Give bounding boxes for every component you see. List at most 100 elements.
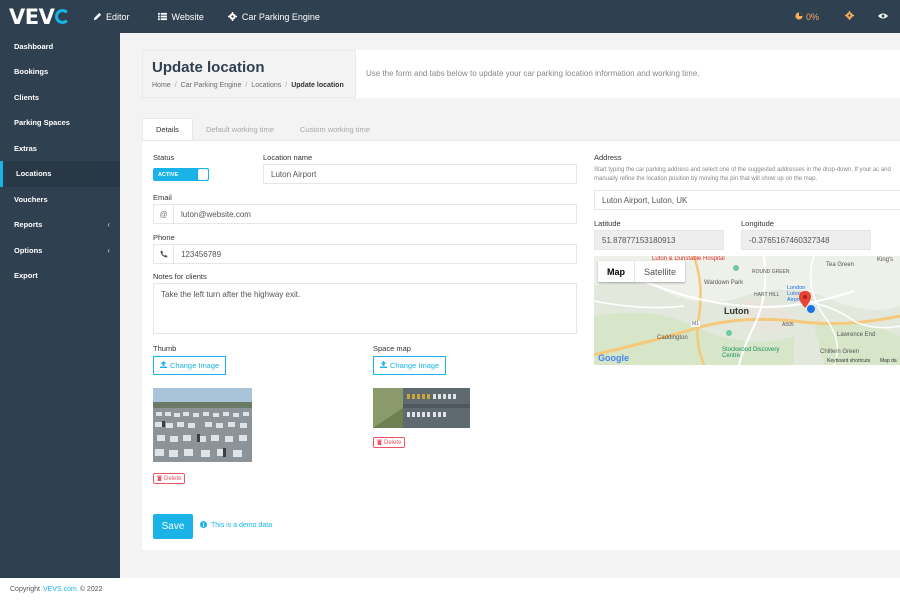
page-title: Update location <box>152 59 265 76</box>
save-button[interactable]: Save <box>153 514 193 539</box>
sidebar-item-locations[interactable]: Locations <box>0 161 120 187</box>
sidebar-item-bookings[interactable]: Bookings <box>0 59 120 85</box>
thumb-change-image-button[interactable]: Change Image <box>153 356 227 375</box>
space-map-change-image-button[interactable]: Change Image <box>373 356 447 375</box>
google-logo: Google <box>598 353 629 363</box>
map-label-hospital: Luton & Dunstable Hospital <box>652 256 725 262</box>
sidebar-item-extras[interactable]: Extras <box>0 136 120 162</box>
page-header-title-box: Update location Home / Car Parking Engin… <box>142 50 356 98</box>
logo-text: VEV <box>9 4 55 29</box>
pencil-icon <box>92 12 102 22</box>
sidebar-item-label: Bookings <box>14 67 49 77</box>
topnav-car-parking-engine[interactable]: Car Parking Engine <box>228 0 334 33</box>
map-pin-icon[interactable] <box>799 291 811 310</box>
upload-icon <box>160 361 167 370</box>
map-tab-satellite[interactable]: Satellite <box>634 261 685 282</box>
phone-icon <box>153 244 173 264</box>
latitude-input[interactable]: 51.87877153180913 <box>594 230 724 250</box>
breadcrumb: Home / Car Parking Engine / Locations / … <box>152 82 344 89</box>
breadcrumb-locations[interactable]: Locations <box>251 82 281 89</box>
longitude-label: Longitude <box>741 219 774 228</box>
map-label-kings: King's <box>877 257 894 263</box>
progress-value: 0% <box>805 11 819 22</box>
notes-label: Notes for clients <box>153 272 207 281</box>
trash-icon <box>157 475 162 483</box>
change-image-label: Change Image <box>390 361 440 370</box>
address-input[interactable]: Luton Airport, Luton, UK <box>594 190 900 210</box>
location-name-label: Location name <box>263 153 313 162</box>
preview-button[interactable] <box>868 0 900 33</box>
map-label-chiltern-green: Chiltern Green <box>820 349 860 355</box>
sidebar-item-reports[interactable]: Reports ‹ <box>0 212 120 238</box>
footer-brand-link[interactable]: VEVS.com <box>43 586 77 593</box>
map-label-tea-green: Tea Green <box>826 262 855 268</box>
topnav-editor-label: Editor <box>106 11 130 22</box>
sidebar-item-label: Clients <box>14 92 40 102</box>
progress-indicator[interactable]: 0% <box>783 0 831 33</box>
map-data-attribution: Map da <box>880 358 897 364</box>
map-type-toggle: Map Satellite <box>598 261 686 282</box>
topnav-website[interactable]: Website <box>158 0 218 33</box>
sidebar-item-dashboard[interactable]: Dashboard <box>0 34 120 60</box>
sidebar-item-vouchers[interactable]: Vouchers <box>0 187 120 213</box>
chevron-left-icon: ‹ <box>107 245 110 255</box>
sidebar-item-label: Vouchers <box>14 194 48 204</box>
top-nav: Editor Website Car Parking Engine <box>93 0 334 33</box>
tab-custom-working-time[interactable]: Custom working time <box>287 118 383 140</box>
map-label-lawrence-end: Lawrence End <box>837 332 876 338</box>
space-map-delete-button[interactable]: Delete <box>373 437 406 448</box>
change-image-label: Change Image <box>170 361 220 370</box>
chevron-left-icon: ‹ <box>107 220 110 229</box>
logo-ring-icon <box>55 9 71 24</box>
space-map-image <box>373 388 470 428</box>
upload-icon <box>380 361 387 370</box>
notes-textarea[interactable]: Take the left turn after the highway exi… <box>153 283 577 334</box>
breadcrumb-current: Update location <box>291 82 344 89</box>
delete-label: Delete <box>384 439 402 446</box>
longitude-input[interactable]: -0.3765167460327348 <box>741 230 871 250</box>
breadcrumb-home[interactable]: Home <box>152 82 171 89</box>
demo-data-note: This is a demo data <box>200 521 272 530</box>
sidebar-item-options[interactable]: Options ‹ <box>0 238 120 264</box>
phone-label: Phone <box>153 233 175 242</box>
tab-details[interactable]: Details <box>142 118 193 140</box>
status-toggle[interactable]: ACTIVE <box>153 168 209 181</box>
page-header: Update location Home / Car Parking Engin… <box>142 50 900 98</box>
tab-default-working-time[interactable]: Default working time <box>193 118 287 140</box>
trash-icon <box>377 439 382 447</box>
gear-icon <box>228 12 238 22</box>
thumb-delete-button[interactable]: Delete <box>153 473 186 484</box>
status-label: Status <box>153 153 175 162</box>
thumb-image-parking-lot <box>153 388 252 462</box>
footer: Copyright VEVS.com © 2022 <box>0 578 900 600</box>
email-input[interactable]: luton@website.com <box>173 204 577 224</box>
sidebar-item-label: Options <box>14 245 43 255</box>
sidebar: Dashboard Bookings Clients Parking Space… <box>0 33 120 578</box>
settings-button[interactable] <box>831 0 868 33</box>
sidebar-item-label: Extras <box>14 143 37 153</box>
map-keyboard-shortcuts[interactable]: Keyboard shortcuts <box>827 358 870 364</box>
sidebar-item-clients[interactable]: Clients <box>0 85 120 111</box>
demo-note-text: This is a demo data <box>211 522 273 529</box>
topnav-website-label: Website <box>171 11 204 22</box>
sidebar-item-label: Export <box>14 271 38 281</box>
map-tab-map[interactable]: Map <box>598 261 634 282</box>
address-help-text: Start typing the car parking address and… <box>594 167 891 182</box>
map-label-wardown-park: Wardown Park <box>704 280 744 286</box>
location-name-input[interactable]: Luton Airport <box>263 164 577 184</box>
breadcrumb-separator: / <box>245 82 248 89</box>
sidebar-item-export[interactable]: Export <box>0 263 120 289</box>
top-bar: VEV Editor Website Car Parking Engine 0% <box>0 0 900 33</box>
sidebar-item-label: Parking Spaces <box>14 118 70 128</box>
page-description: Use the form and tabs below to update yo… <box>366 69 700 78</box>
tab-bar: Details Default working time Custom work… <box>142 118 383 140</box>
topnav-editor[interactable]: Editor <box>92 0 144 33</box>
address-label: Address <box>594 153 622 162</box>
breadcrumb-separator: / <box>285 82 288 89</box>
breadcrumb-car-parking-engine[interactable]: Car Parking Engine <box>181 82 242 89</box>
location-map[interactable]: Map Satellite Luton & Dunstable Hospital… <box>594 256 900 365</box>
list-icon <box>158 12 168 22</box>
space-map-label: Space map <box>373 344 411 353</box>
sidebar-item-parking-spaces[interactable]: Parking Spaces <box>0 110 120 136</box>
phone-input[interactable]: 123456789 <box>173 244 577 264</box>
